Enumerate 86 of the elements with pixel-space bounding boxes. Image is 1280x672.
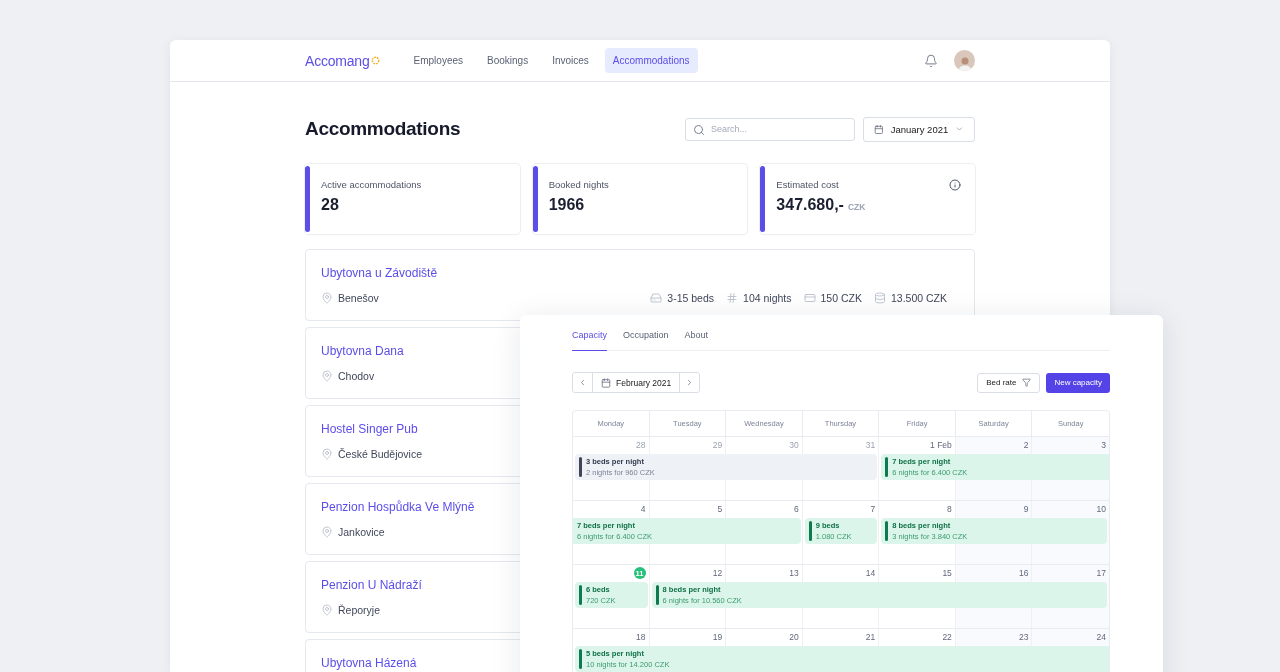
day-number: 3 bbox=[1101, 440, 1106, 450]
info-icon[interactable] bbox=[949, 179, 961, 191]
day-number: 31 bbox=[865, 440, 876, 450]
stat-value: 1966 bbox=[548, 196, 585, 214]
search-icon bbox=[693, 123, 705, 136]
day-number: 30 bbox=[789, 440, 799, 450]
day-number: 15 bbox=[942, 568, 952, 578]
calendar-icon bbox=[601, 377, 611, 388]
nav-link[interactable]: Accommodations bbox=[604, 48, 698, 73]
day-number: 22 bbox=[942, 632, 952, 642]
detail-text: 3-15 beds bbox=[667, 292, 715, 304]
location-text: České Budějovice bbox=[338, 448, 423, 460]
stat-unit: CZK bbox=[847, 202, 866, 212]
map-pin-icon bbox=[321, 526, 333, 538]
accommodation-name[interactable]: Ubytovna Dana bbox=[321, 344, 404, 358]
calendar-icon bbox=[874, 123, 884, 135]
day-number: 16 bbox=[1018, 568, 1029, 578]
tab[interactable]: Capacity bbox=[572, 327, 607, 351]
location-text: Benešov bbox=[338, 292, 379, 304]
accommodation-name[interactable]: Penzion U Nádraží bbox=[321, 578, 422, 592]
day-number: 20 bbox=[789, 632, 799, 642]
day-number: 7 bbox=[870, 504, 876, 514]
accent-bar bbox=[305, 166, 310, 232]
location-text: Chodov bbox=[338, 370, 375, 382]
tab[interactable]: Occupation bbox=[623, 327, 669, 351]
day-number: 10 bbox=[1096, 504, 1106, 514]
accent-bar bbox=[532, 166, 538, 232]
accommodation-name[interactable]: Ubytovna Házená bbox=[321, 656, 417, 670]
hash-icon bbox=[726, 292, 739, 304]
day-number: 9 bbox=[1023, 504, 1029, 514]
stat-label: Booked nights bbox=[548, 179, 609, 190]
map-pin-icon bbox=[321, 292, 333, 304]
day-number: 17 bbox=[1096, 568, 1106, 578]
logo-mark-icon bbox=[370, 56, 380, 65]
user-silhouette-icon bbox=[956, 55, 973, 71]
stat-value: 28 bbox=[321, 196, 339, 214]
day-number: 14 bbox=[865, 568, 876, 578]
location-text: Jankovice bbox=[338, 526, 385, 538]
notification-bell-icon[interactable] bbox=[924, 53, 938, 68]
day-number: 12 bbox=[712, 568, 723, 578]
day-number: 21 bbox=[865, 632, 876, 642]
detail-text: 150 CZK bbox=[820, 292, 862, 304]
chevron-down-icon bbox=[955, 124, 964, 134]
filter-icon bbox=[1022, 378, 1032, 387]
stat-label: Active accommodations bbox=[321, 179, 422, 190]
day-number: 18 bbox=[636, 632, 646, 642]
day-number: 1 Feb bbox=[930, 440, 952, 450]
drive-icon bbox=[650, 292, 663, 304]
accommodation-name[interactable]: Ubytovna u Závodiště bbox=[321, 266, 438, 280]
map-pin-icon bbox=[321, 448, 333, 460]
nav-link[interactable]: Invoices bbox=[544, 48, 597, 73]
day-number: 2 bbox=[1023, 440, 1029, 450]
accent-bar bbox=[760, 166, 766, 232]
stat-value: 347.680,- bbox=[776, 196, 844, 214]
brand-logo[interactable]: Accomang bbox=[305, 52, 370, 69]
accommodation-name[interactable]: Penzion Hospůdka Ve Mlýně bbox=[321, 500, 475, 514]
database-icon bbox=[873, 292, 886, 304]
month-text: February 2021 bbox=[616, 377, 672, 388]
tab[interactable]: About bbox=[684, 327, 709, 351]
detail-text: 104 nights bbox=[743, 292, 792, 304]
day-number: 23 bbox=[1018, 632, 1029, 642]
day-number: 29 bbox=[712, 440, 723, 450]
day-number: 24 bbox=[1096, 632, 1106, 642]
page-title: Accommodations bbox=[305, 118, 462, 140]
detail-text: 13.500 CZK bbox=[890, 292, 947, 304]
day-number: 19 bbox=[712, 632, 723, 642]
day-number: 13 bbox=[789, 568, 799, 578]
map-pin-icon bbox=[321, 370, 333, 382]
chevron-left-icon bbox=[578, 378, 587, 387]
day-number: 8 bbox=[947, 504, 952, 514]
location-text: Řeporyje bbox=[338, 604, 381, 616]
accommodation-name[interactable]: Hostel Singer Pub bbox=[321, 422, 418, 436]
month-picker[interactable]: January 2021 bbox=[863, 116, 975, 142]
day-number: 6 bbox=[793, 504, 799, 514]
card-icon bbox=[803, 292, 816, 304]
day-number: 5 bbox=[717, 504, 723, 514]
stat-label: Estimated cost bbox=[776, 179, 839, 190]
nav-link[interactable]: Employees bbox=[405, 48, 471, 73]
search-field[interactable]: Search... bbox=[685, 117, 855, 141]
nav-link[interactable]: Bookings bbox=[479, 48, 537, 73]
user-avatar[interactable] bbox=[954, 50, 975, 71]
map-pin-icon bbox=[321, 604, 333, 616]
day-number: 28 bbox=[636, 440, 646, 450]
day-number: 4 bbox=[640, 504, 646, 514]
new-capacity-button[interactable]: New capacity bbox=[1046, 372, 1110, 393]
filter-button[interactable]: Bed rate bbox=[977, 372, 1041, 393]
